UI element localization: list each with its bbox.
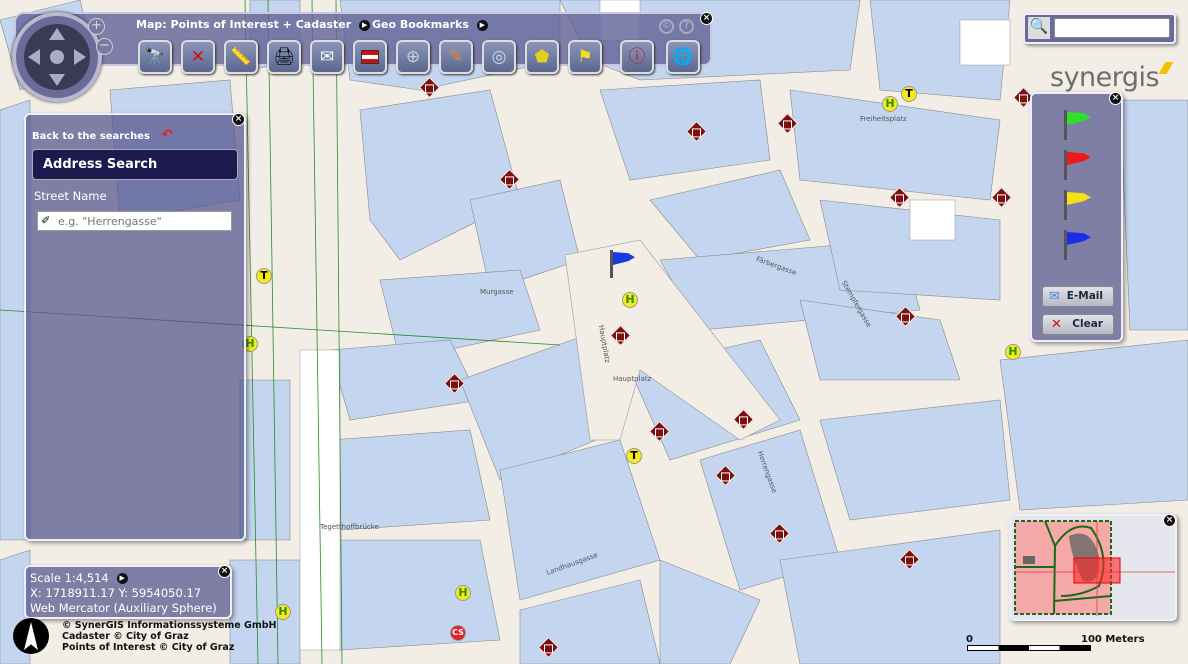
flag-green-icon [1067,112,1091,125]
pan-pad [24,24,90,90]
search-title: Address Search [32,149,238,180]
overview-image [1014,520,1175,616]
yellow-flag-button[interactable] [1060,190,1094,220]
clear-button[interactable]: ✕ Clear [1042,314,1114,335]
map-label: Hauptplatz [613,375,652,383]
quick-search: 🔍 [1023,13,1176,44]
close-icon[interactable]: × [1109,92,1122,105]
attribution: © SynerGIS Informationssysteme GmbH Cada… [62,620,277,653]
eraser-icon[interactable]: ✐ [41,214,50,227]
measure-line-icon[interactable]: 📏 [224,40,258,74]
quick-search-input[interactable] [1054,18,1170,38]
pan-down-icon[interactable] [49,74,65,86]
back-to-searches-link[interactable]: Back to the searches ↶ [32,127,173,143]
hotel-marker[interactable]: H [622,292,638,308]
hotel-marker[interactable]: H [882,96,898,112]
green-flag-button[interactable] [1060,110,1094,140]
flag-red-icon [1067,152,1091,165]
clear-x-icon[interactable]: ✕ [181,40,215,74]
map-label: Murgasse [480,288,514,296]
tram-marker[interactable]: T [626,448,642,464]
synergis-logo: synergis [1050,62,1174,93]
street-name-field[interactable]: ✐ [37,211,232,231]
close-icon[interactable]: × [218,565,231,578]
target-info-icon[interactable]: ⓘ [620,40,654,74]
logo-text: synergis [1050,62,1160,93]
scale-coordinate-panel: × Scale 1:4,514 ▶ X: 1718911.17 Y: 595405… [24,565,232,619]
tram-marker[interactable]: T [256,268,272,284]
street-name-label: Street Name [34,189,107,203]
chevron-right-icon: ▶ [476,19,488,31]
main-toolbar: Map: Points of Interest + Cadaster ▶ Geo … [14,12,713,74]
blue-flag-button[interactable] [1060,230,1094,260]
search-panel: × Back to the searches ↶ Address Search … [24,113,246,541]
flag-yellow-icon [1067,192,1091,205]
scalebar-end-label: 100 Meters [1081,634,1145,645]
overview-map[interactable]: × [1009,514,1177,621]
car-sharing-marker[interactable]: CS [450,625,466,641]
magnifier-icon[interactable]: ◎ [482,40,516,74]
street-name-input[interactable] [58,213,228,229]
globe-list-icon[interactable]: 🌐 [666,40,700,74]
red-flag-button[interactable] [1060,150,1094,180]
coordinate-readout: X: 1718911.17 Y: 5954050.17 [30,586,202,600]
projection-label: Web Mercator (Auxiliary Sphere) [30,601,217,615]
close-icon[interactable]: × [232,113,245,126]
email-icon: ✉ [1049,289,1060,304]
north-arrow-icon [13,618,49,654]
hotel-marker[interactable]: H [1005,344,1021,360]
map-label: Freiheitsplatz [860,115,907,123]
pan-left-icon[interactable] [28,49,40,65]
pan-center-icon[interactable] [50,50,64,64]
attribution-line: Cadaster © City of Graz [62,631,189,642]
pan-up-icon[interactable] [49,28,65,40]
hotel-marker[interactable]: H [275,604,291,620]
pan-right-icon[interactable] [74,49,86,65]
flag-icon[interactable]: ⚑ [568,40,602,74]
binoculars-icon[interactable]: 🔭 [138,40,172,74]
scale-menu-icon[interactable]: ▶ [116,573,128,584]
attribution-line: © SynerGIS Informationssysteme GmbH [62,620,277,631]
clear-label: Clear [1072,318,1103,330]
measure-area-icon[interactable]: ⬟ [525,40,559,74]
zoom-out-button[interactable]: − [96,38,113,55]
geo-bookmarks-menu[interactable]: Geo Bookmarks ▶ [372,18,488,31]
attribution-line: Points of Interest © City of Graz [62,642,235,653]
flag-blue-icon [1067,232,1091,245]
email-label: E-Mail [1066,290,1103,302]
pencil-icon[interactable]: ✎ [439,40,473,74]
close-icon[interactable]: × [700,12,713,25]
map-menu-label: Map: Points of Interest + Cadaster [136,18,352,31]
flags-panel: × ✉ E-Mail ✕ Clear [1030,92,1123,342]
email-icon[interactable]: ✉ [310,40,344,74]
zoom-in-button[interactable]: + [88,18,105,35]
undo-arrow-icon: ↶ [161,127,174,143]
printer-icon[interactable]: 🖨 [267,40,301,74]
email-button[interactable]: ✉ E-Mail [1042,286,1114,307]
crosshair-icon[interactable]: ⊕ [396,40,430,74]
language-flags-icon[interactable] [353,40,387,74]
clear-x-icon: ✕ [1051,317,1062,332]
scalebar-start-label: 0 [966,634,973,645]
overview-extent-box[interactable] [1073,557,1121,584]
back-label: Back to the searches [32,131,150,142]
scale-readout: Scale 1:4,514 [30,571,109,585]
map-label: Tegetthoffbrücke [320,523,379,531]
tram-marker[interactable]: T [901,86,917,102]
copyright-button[interactable]: © [659,19,674,34]
geo-bookmarks-label: Geo Bookmarks [372,18,469,31]
search-icon[interactable]: 🔍 [1028,17,1050,39]
scalebar [967,645,1091,651]
blue-flag-marker[interactable] [606,250,636,280]
help-button[interactable]: ? [679,19,694,34]
map-menu[interactable]: Map: Points of Interest + Cadaster ▶ [136,18,371,31]
chevron-right-icon: ▶ [359,19,371,31]
hotel-marker[interactable]: H [455,585,471,601]
